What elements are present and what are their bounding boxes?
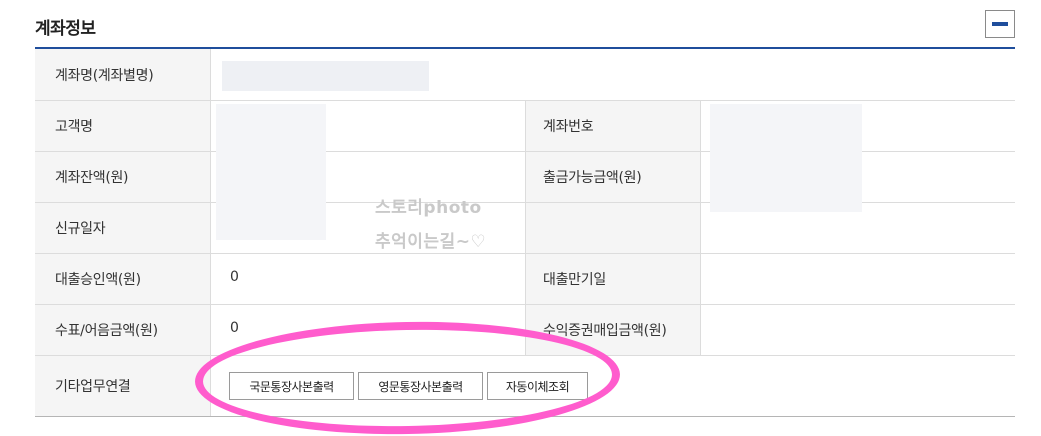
label-account-number: 계좌번호 xyxy=(543,119,594,135)
page-title: 계좌정보 xyxy=(35,19,96,39)
minus-icon xyxy=(992,22,1008,26)
label2-column-bg xyxy=(525,101,700,355)
redacted-account-name xyxy=(222,61,429,91)
collapse-button[interactable] xyxy=(985,10,1015,38)
col-sep-1 xyxy=(210,49,211,416)
label-open-date: 신규일자 xyxy=(55,221,106,237)
label-loan-maturity: 대출만기일 xyxy=(543,272,606,288)
redacted-account-number xyxy=(710,104,862,212)
label-other-services: 기타업무연결 xyxy=(55,379,131,395)
table-bottom-rule xyxy=(35,416,1015,417)
label-fund-purchase: 수익증권매입금액(원) xyxy=(543,323,667,339)
label-customer-name: 고객명 xyxy=(55,119,93,135)
auto-transfer-inquiry-button[interactable]: 자동이체조회 xyxy=(487,372,588,400)
value-check-amount: 0 xyxy=(230,320,239,336)
label-loan-approved: 대출승인액(원) xyxy=(55,272,141,288)
row-line xyxy=(35,202,1015,203)
print-korean-passbook-button[interactable]: 국문통장사본출력 xyxy=(229,372,354,400)
redacted-customer-info xyxy=(216,104,326,240)
watermark-line1: 스토리photo xyxy=(375,198,482,218)
row-line xyxy=(35,304,1015,305)
row-line xyxy=(35,253,1015,254)
row-line xyxy=(35,355,1015,356)
label-check-amount: 수표/어음금액(원) xyxy=(55,323,158,339)
col-sep-3 xyxy=(700,101,701,355)
label-account-name: 계좌명(계좌별명) xyxy=(55,68,154,84)
label-withdrawable: 출금가능금액(원) xyxy=(543,170,642,186)
label-balance: 계좌잔액(원) xyxy=(55,170,129,186)
watermark-line2: 추억이는길~♡ xyxy=(375,232,487,252)
col-sep-2 xyxy=(525,101,526,355)
row-line xyxy=(35,151,1015,152)
row-line xyxy=(35,100,1015,101)
print-english-passbook-button[interactable]: 영문통장사본출력 xyxy=(358,372,483,400)
value-loan-approved: 0 xyxy=(230,269,239,285)
